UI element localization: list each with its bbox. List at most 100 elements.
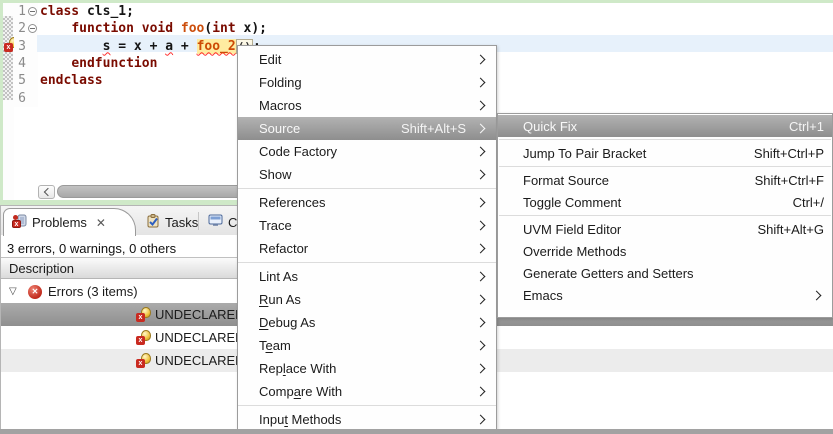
context-menu-item-show[interactable]: Show <box>238 163 496 186</box>
menu-item-label: Show <box>259 167 292 182</box>
menu-separator <box>499 166 831 167</box>
source-submenu-item-quick-fix[interactable]: Quick Fix Ctrl+1 <box>498 115 832 137</box>
tab-tasks[interactable]: Tasks <box>138 208 206 236</box>
code-line: s = x + a + foo_2(); <box>40 38 267 55</box>
code-line: endclass <box>40 72 267 89</box>
fold-collapse-icon[interactable] <box>27 7 37 17</box>
context-menu-item-code-factory[interactable]: Code Factory <box>238 140 496 163</box>
tree-expand-icon[interactable]: ▽ <box>9 286 23 297</box>
context-menu-item-lint-as[interactable]: Lint As <box>238 265 496 288</box>
context-menu-item-team[interactable]: Team <box>238 334 496 357</box>
menu-item-accelerator: Ctrl+1 <box>788 118 824 134</box>
svg-text:x: x <box>15 221 19 228</box>
context-menu-item-source[interactable]: Source Shift+Alt+S <box>238 117 496 140</box>
menu-item-label: Toggle Comment <box>523 194 622 210</box>
code-text-area[interactable]: class cls_1; function void foo(int x); s… <box>40 3 267 107</box>
submenu-arrow-icon <box>475 100 486 111</box>
menu-item-label: Compare With <box>259 384 343 399</box>
menu-item-label: Quick Fix <box>523 118 578 134</box>
submenu-arrow-icon <box>475 146 486 157</box>
submenu-arrow-icon <box>475 77 486 88</box>
menu-item-label: Lint As <box>259 269 299 284</box>
context-menu-item-debug-as[interactable]: Debug As <box>238 311 496 334</box>
code-token: endfunction <box>71 55 158 71</box>
annotation-ruler[interactable]: x <box>3 3 19 200</box>
menu-item-accelerator: Shift+Alt+S <box>400 121 466 136</box>
source-submenu-item-jump-to-pair-bracket[interactable]: Jump To Pair Bracket Shift+Ctrl+P <box>498 142 832 164</box>
submenu-arrow-icon <box>475 220 486 231</box>
gutter-line[interactable]: 2 <box>14 20 38 37</box>
fold-slot[interactable] <box>26 7 38 17</box>
source-submenu-item-uvm-field-editor[interactable]: UVM Field Editor Shift+Alt+G <box>498 218 832 240</box>
tab-problems[interactable]: x Problems ✕ <box>3 208 136 236</box>
menu-item-label: Generate Getters and Setters <box>523 265 694 281</box>
code-line: endfunction <box>40 55 267 72</box>
submenu-arrow-icon <box>475 363 486 374</box>
gutter-line[interactable]: 1 <box>14 3 38 20</box>
menu-separator <box>499 215 831 216</box>
quickfix-error-icon: x <box>136 307 151 322</box>
submenu-arrow-icon <box>475 54 486 65</box>
error-badge: x <box>4 43 13 52</box>
tab-close-icon[interactable]: ✕ <box>96 216 106 230</box>
gutter-line[interactable]: 3 <box>14 38 38 55</box>
source-submenu-item-generate-getters-and-setters[interactable]: Generate Getters and Setters <box>498 262 832 284</box>
context-menu-item-trace[interactable]: Trace <box>238 214 496 237</box>
code-token: function <box>71 21 134 37</box>
context-menu-item-edit[interactable]: Edit <box>238 48 496 71</box>
submenu-arrow-icon <box>811 290 822 300</box>
context-menu-item-compare-with[interactable]: Compare With <box>238 380 496 403</box>
source-submenu-item-emacs[interactable]: Emacs <box>498 284 832 306</box>
menu-item-label: Edit <box>259 52 282 67</box>
problems-icon: x <box>12 214 27 231</box>
source-submenu-item-override-methods[interactable]: Override Methods <box>498 240 832 262</box>
menu-item-accelerator: Shift+Ctrl+F <box>754 172 824 188</box>
code-token: = x + <box>110 38 166 54</box>
submenu-arrow-icon <box>475 340 486 351</box>
code-token: int <box>212 21 236 37</box>
menu-item-label: Format Source <box>523 172 609 188</box>
line-number: 6 <box>18 90 26 106</box>
fold-collapse-icon[interactable] <box>27 24 37 34</box>
gutter-line[interactable]: 4 <box>14 55 38 72</box>
context-menu-item-macros[interactable]: Macros <box>238 94 496 117</box>
submenu-arrow-icon <box>475 271 486 282</box>
code-line: function void foo(int x); <box>40 20 267 37</box>
context-menu-item-refactor[interactable]: Refactor <box>238 237 496 260</box>
scroll-left-icon <box>43 187 52 196</box>
problems-summary: 3 errors, 0 warnings, 0 others <box>7 241 177 256</box>
menu-separator <box>238 188 496 189</box>
menu-item-label: Refactor <box>259 241 309 256</box>
source-submenu-item-toggle-comment[interactable]: Toggle Comment Ctrl+/ <box>498 191 832 213</box>
line-number: 3 <box>18 38 26 54</box>
context-menu-item-references[interactable]: References <box>238 191 496 214</box>
context-menu-item-run-as[interactable]: Run As <box>238 288 496 311</box>
line-number: 4 <box>18 56 26 72</box>
context-menu-item-input-methods[interactable]: Input Methods <box>238 408 496 431</box>
fold-slot[interactable] <box>26 24 38 34</box>
menu-item-label: Jump To Pair Bracket <box>523 145 647 161</box>
context-menu-item-replace-with[interactable]: Replace With <box>238 357 496 380</box>
menu-separator <box>238 405 496 406</box>
tab-label: Problems <box>32 215 87 230</box>
submenu-arrow-icon <box>475 197 486 208</box>
tasks-icon <box>146 213 160 231</box>
scroll-left-button[interactable] <box>38 184 55 199</box>
menu-item-accelerator: Shift+Ctrl+P <box>753 145 824 161</box>
context-menu-item-folding[interactable]: Folding <box>238 71 496 94</box>
menu-item-label: Source <box>259 121 301 136</box>
menu-item-accelerator: Shift+Alt+G <box>757 221 824 237</box>
tab-separator <box>198 212 199 230</box>
line-number-ruler[interactable]: 123 456 <box>14 3 38 107</box>
submenu-arrow-icon <box>475 294 486 305</box>
code-line: class cls_1; <box>40 3 267 20</box>
gutter-line[interactable]: 5 <box>14 72 38 89</box>
submenu-arrow-icon <box>475 386 486 397</box>
gutter-line[interactable]: 6 <box>14 89 38 106</box>
source-submenu-item-format-source[interactable]: Format Source Shift+Ctrl+F <box>498 169 832 191</box>
submenu-arrow-icon <box>475 123 486 134</box>
menu-separator <box>499 139 831 140</box>
